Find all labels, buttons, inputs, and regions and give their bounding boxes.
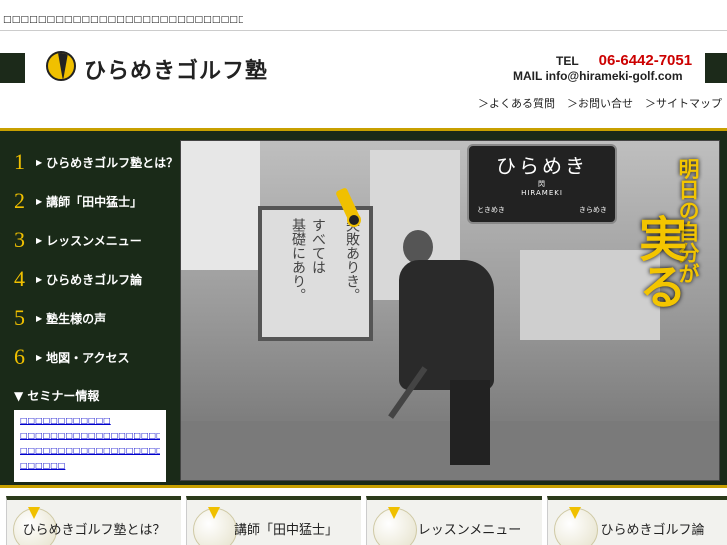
hero-image: 失敗ありき。 すべては 基礎にあり。 ひらめき 閃 HIRAMEKI ときめき …: [180, 140, 720, 481]
seminar-link[interactable]: □□□□□□□□□□□□□□□□□□□□□□□□□□□□: [20, 428, 160, 443]
station-sign: ひらめき 閃 HIRAMEKI ときめき きらめき: [467, 144, 617, 224]
site-header: ひらめきゴルフ塾 TEL 06-6442-7051 MAIL info@hiram…: [0, 30, 727, 128]
hero-big-text: 実る: [630, 214, 686, 310]
sidebar-item-instructor[interactable]: 2 ▶ 講師「田中猛士」: [14, 188, 142, 214]
seminar-link[interactable]: □□□□□□□□□□□□: [20, 413, 160, 428]
header-left-bar: [0, 53, 25, 83]
exclamation-dot-icon: [347, 213, 361, 227]
sign-left-station: ときめき: [477, 206, 505, 214]
card-lessons[interactable]: レッスンメニュー: [366, 496, 542, 545]
sidebar-item-lessons[interactable]: 3 ▶ レッスンメニュー: [14, 227, 142, 253]
poster-text: すべては: [310, 218, 326, 274]
golfer-figure: [388, 230, 505, 470]
menu-label: レッスンメニュー: [46, 233, 142, 248]
menu-label: 地図・アクセス: [46, 350, 130, 365]
menu-label: 講師「田中猛士」: [46, 194, 143, 209]
sidebar-item-theory[interactable]: 4 ▶ ひらめきゴルフ論: [14, 266, 142, 292]
sign-main-text: ひらめき: [496, 154, 588, 178]
menu-label: ひらめきゴルフ塾とは？: [46, 155, 179, 170]
card-about[interactable]: ひらめきゴルフ塾とは？: [6, 496, 181, 545]
menu-number: 4: [14, 266, 25, 291]
sidebar: 1 ▶ ひらめきゴルフ塾とは？ 2 ▶ 講師「田中猛士」 3 ▶ レッスンメニュー 4 ▶ ひら…: [0, 131, 180, 485]
card-label: ひらめきゴルフ塾とは？: [22, 523, 166, 538]
header-right-bar: [705, 53, 727, 83]
arrow-icon: ▶: [36, 196, 43, 206]
nav-faq[interactable]: ＞よくある質問: [478, 95, 555, 111]
tel-number: 06-6442-7051: [598, 52, 693, 69]
golfer-head: [403, 230, 433, 264]
arrow-icon: ▶: [36, 313, 43, 323]
arrow-icon: ▶: [36, 235, 43, 245]
nav-sitemap[interactable]: ＞サイトマップ: [645, 95, 722, 111]
sign-kanji: 閃: [538, 180, 546, 188]
menu-number: 6: [14, 344, 25, 369]
sidebar-item-access[interactable]: 6 ▶ 地図・アクセス: [14, 344, 130, 370]
menu-number: 2: [14, 188, 25, 213]
poster-text: 基礎にあり。: [290, 218, 306, 302]
card-instructor[interactable]: 講師「田中猛士」: [186, 496, 361, 545]
sign-right-station: きらめき: [579, 206, 607, 214]
golfer-body: [399, 260, 494, 390]
site-logo-text[interactable]: ひらめきゴルフ塾: [84, 53, 268, 85]
nav-contact[interactable]: ＞お問い合せ: [567, 95, 633, 111]
garbled-text: □□□□□□□□□□□□□□□□□□□□□□□□□□□□□□□□□□□□□□□□…: [3, 15, 243, 25]
card-label: レッスンメニュー: [417, 523, 522, 538]
tel-label: TEL: [556, 54, 579, 68]
menu-number: 3: [14, 227, 25, 252]
seminar-link[interactable]: □□□□□□□□□□□□□□□□□□□□□□□□□□□□: [20, 443, 160, 458]
seminar-box: □□□□□□□□□□□□ □□□□□□□□□□□□□□□□□□□ □□□□□□□□…: [14, 410, 166, 482]
menu-label: ひらめきゴルフ論: [46, 272, 143, 287]
card-label: ひらめきゴルフ論: [600, 523, 705, 538]
seminar-heading: ▼ セミナー情報: [14, 389, 100, 403]
arrow-icon: ▶: [36, 157, 43, 167]
golfer-legs: [450, 380, 490, 465]
sign-neighbors: ときめき きらめき: [469, 205, 615, 215]
card-theory[interactable]: ひらめきゴルフ論: [547, 496, 727, 545]
arrow-icon: ▶: [36, 352, 43, 362]
arrow-icon: ▶: [36, 274, 43, 284]
background-building: [180, 140, 260, 270]
sidebar-item-about[interactable]: 1 ▶ ひらめきゴルフ塾とは？: [14, 149, 178, 175]
menu-number: 1: [14, 149, 25, 174]
top-strip: □□□□□□□□□□□□□□□□□□□□□□□□□□□□□□□□□□□□□□□□…: [0, 0, 727, 30]
card-label: 講師「田中猛士」: [233, 523, 338, 538]
mail-info[interactable]: MAIL info@hirameki-golf.com: [513, 69, 683, 83]
sign-roman: HIRAMEKI: [521, 189, 563, 197]
menu-number: 5: [14, 305, 25, 330]
logo-icon[interactable]: [46, 51, 76, 81]
menu-label: 塾生様の声: [46, 311, 107, 326]
sidebar-item-voices[interactable]: 5 ▶ 塾生様の声: [14, 305, 106, 331]
poster-text: 失敗ありき。: [344, 218, 360, 302]
phone-info: TEL 06-6442-7051: [556, 52, 692, 69]
top-nav: ＞よくある質問 ＞お問い合せ ＞サイトマップ: [478, 95, 722, 111]
bottom-cards: ひらめきゴルフ塾とは？ 講師「田中猛士」 レッスンメニュー ひらめきゴルフ論: [0, 488, 727, 545]
seminar-link[interactable]: □□□□□□: [20, 458, 160, 473]
